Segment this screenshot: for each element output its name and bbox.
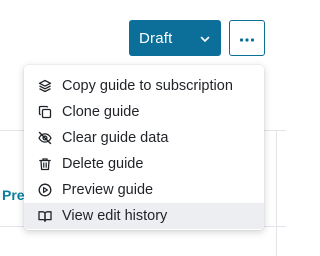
menu-item-label: Copy guide to subscription — [62, 78, 233, 94]
more-actions-button[interactable] — [229, 20, 265, 56]
menu-item-delete-guide[interactable]: Delete guide — [24, 151, 264, 177]
menu-item-label: Delete guide — [62, 156, 144, 172]
menu-item-preview-guide[interactable]: Preview guide — [24, 177, 264, 203]
menu-item-copy-to-subscription[interactable]: Copy guide to subscription — [24, 73, 264, 99]
copy-icon — [38, 105, 52, 119]
eye-off-icon — [38, 131, 52, 145]
book-open-icon — [38, 209, 52, 223]
more-horizontal-icon — [239, 29, 255, 47]
menu-item-label: Clone guide — [62, 104, 140, 120]
menu-item-view-edit-history[interactable]: View edit history — [24, 203, 264, 229]
menu-item-clear-guide-data[interactable]: Clear guide data — [24, 125, 264, 151]
trash-icon — [38, 157, 52, 171]
menu-item-label: Preview guide — [62, 182, 154, 198]
page-divider-vertical — [276, 130, 277, 256]
menu-item-label: View edit history — [62, 208, 168, 224]
menu-item-clone-guide[interactable]: Clone guide — [24, 99, 264, 125]
status-label: Draft — [139, 29, 173, 47]
menu-item-label: Clear guide data — [62, 130, 169, 146]
background-tab-label[interactable]: Pre — [2, 187, 25, 203]
layers-icon — [38, 79, 52, 93]
play-circle-icon — [38, 183, 52, 197]
actions-menu: Copy guide to subscription Clone guide C… — [24, 65, 264, 230]
chevron-down-icon — [199, 32, 211, 44]
status-dropdown-button[interactable]: Draft — [129, 20, 221, 56]
